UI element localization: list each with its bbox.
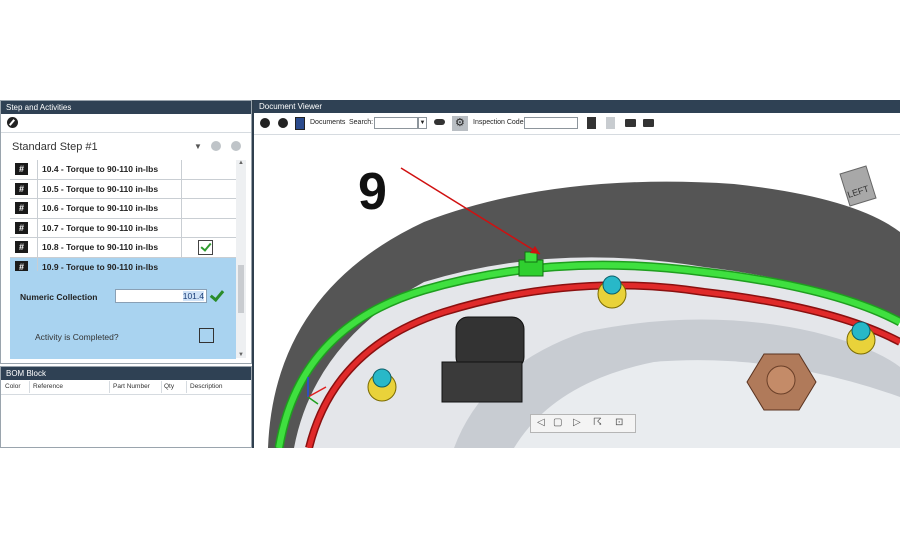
activity-label: 10.6 - Torque to 90-110 in-lbs xyxy=(42,203,159,213)
numeric-collection-value: 101.4 xyxy=(182,291,204,301)
step-selector[interactable]: Standard Step #1 ▼ xyxy=(1,133,251,157)
play-icon[interactable]: ▷ xyxy=(573,417,581,428)
activity-completed-label: Activity is Completed? xyxy=(35,332,119,342)
steps-panel-header: Step and Activities xyxy=(1,101,251,114)
hash-icon: # xyxy=(15,182,28,195)
pen-icon[interactable] xyxy=(7,117,18,128)
column-divider xyxy=(37,179,38,198)
completed-checkbox[interactable] xyxy=(198,240,213,255)
activity-label: 10.5 - Torque to 90-110 in-lbs xyxy=(42,183,159,194)
rotate-left-icon[interactable]: ◁ xyxy=(537,417,545,428)
scroll-down-icon[interactable]: ▼ xyxy=(238,352,244,358)
bom-columns: Color Reference Part Number Qty Descript… xyxy=(1,380,251,395)
column-divider xyxy=(37,238,38,257)
column-divider xyxy=(181,160,182,179)
walk-icon[interactable]: ☈ xyxy=(593,417,602,428)
previous-step-icon[interactable] xyxy=(211,141,221,151)
bom-panel-header: BOM Block xyxy=(1,367,251,380)
column-divider xyxy=(186,381,187,393)
column-divider xyxy=(37,218,38,237)
scroll-thumb[interactable] xyxy=(238,265,244,313)
viewer-header: Document Viewer xyxy=(254,100,900,113)
numeric-collection-label: Numeric Collection xyxy=(20,292,98,302)
black-mount-base xyxy=(441,361,523,403)
column-divider xyxy=(37,160,38,179)
activity-detail: Numeric Collection 101.4 Activity is Com… xyxy=(10,271,236,359)
next-step-icon[interactable] xyxy=(231,141,241,151)
bom-col-description[interactable]: Description xyxy=(190,383,223,390)
bolt-2-cap xyxy=(851,321,871,341)
activity-completed-checkbox[interactable] xyxy=(199,328,214,343)
camera-icon[interactable]: ⊡ xyxy=(615,417,623,428)
hash-icon: # xyxy=(15,163,28,175)
activity-label: 10.4 - Torque to 90-110 in-lbs xyxy=(42,164,159,174)
bom-col-reference[interactable]: Reference xyxy=(33,383,63,390)
hash-icon: # xyxy=(15,202,28,214)
callout-number: 9 xyxy=(358,163,387,221)
activity-row[interactable]: # 10.7 - Torque to 90-110 in-lbs xyxy=(10,218,236,238)
bronze-nut-center xyxy=(766,365,796,395)
activity-row[interactable]: # 10.8 - Torque to 90-110 in-lbs xyxy=(10,238,236,258)
activity-label: 10.8 - Torque to 90-110 in-lbs xyxy=(42,242,159,252)
activity-row[interactable]: # 10.4 - Torque to 90-110 in-lbs xyxy=(10,160,236,180)
left-column: Step and Activities Standard Step #1 ▼ #… xyxy=(0,100,254,448)
bom-col-qty[interactable]: Qty xyxy=(164,383,174,390)
cad-viewport[interactable]: LEFT 9 ◁ ▢ ▷ ☈ ⊡ xyxy=(254,122,900,448)
scroll-up-icon[interactable]: ▲ xyxy=(238,160,244,166)
column-divider xyxy=(109,381,110,393)
black-mount xyxy=(455,316,525,370)
bom-panel: BOM Block Color Reference Part Number Qt… xyxy=(0,366,252,448)
page-icon[interactable]: ▢ xyxy=(553,417,562,428)
activity-label: 10.7 - Torque to 90-110 in-lbs xyxy=(42,222,159,233)
numeric-collection-input[interactable]: 101.4 xyxy=(115,289,207,303)
document-viewer: Document Viewer Documents Search: ▼ Insp… xyxy=(254,100,900,448)
hash-icon: # xyxy=(15,241,28,253)
column-divider xyxy=(29,381,30,393)
cad-model: LEFT xyxy=(268,165,900,448)
column-divider xyxy=(161,381,162,393)
activity-scrollbar[interactable]: ▲ ▼ xyxy=(236,160,246,358)
bom-col-color[interactable]: Color xyxy=(5,383,21,390)
activity-row[interactable]: # 10.5 - Torque to 90-110 in-lbs xyxy=(10,179,236,199)
app-window: Step and Activities Standard Step #1 ▼ #… xyxy=(0,100,900,448)
checkmark-icon xyxy=(209,286,225,303)
hash-icon: # xyxy=(15,221,28,234)
bom-col-part-number[interactable]: Part Number xyxy=(113,383,150,390)
column-divider xyxy=(181,218,182,237)
bolt-3-cap xyxy=(372,368,392,388)
activity-row[interactable]: # 10.6 - Torque to 90-110 in-lbs xyxy=(10,199,236,219)
view-navigation-bar: ◁ ▢ ▷ ☈ ⊡ xyxy=(530,414,636,433)
activity-list: # 10.4 - Torque to 90-110 in-lbs # 10.5 … xyxy=(10,160,236,277)
activity-label: 10.9 - Torque to 90-110 in-lbs xyxy=(42,261,159,272)
chevron-down-icon[interactable]: ▼ xyxy=(194,142,202,151)
column-divider xyxy=(37,199,38,218)
step-title: Standard Step #1 xyxy=(12,141,98,153)
bolt-1-cap xyxy=(602,275,622,295)
column-divider xyxy=(181,179,182,198)
column-divider xyxy=(181,199,182,218)
column-divider xyxy=(181,238,182,257)
edit-toolbar xyxy=(1,114,251,133)
